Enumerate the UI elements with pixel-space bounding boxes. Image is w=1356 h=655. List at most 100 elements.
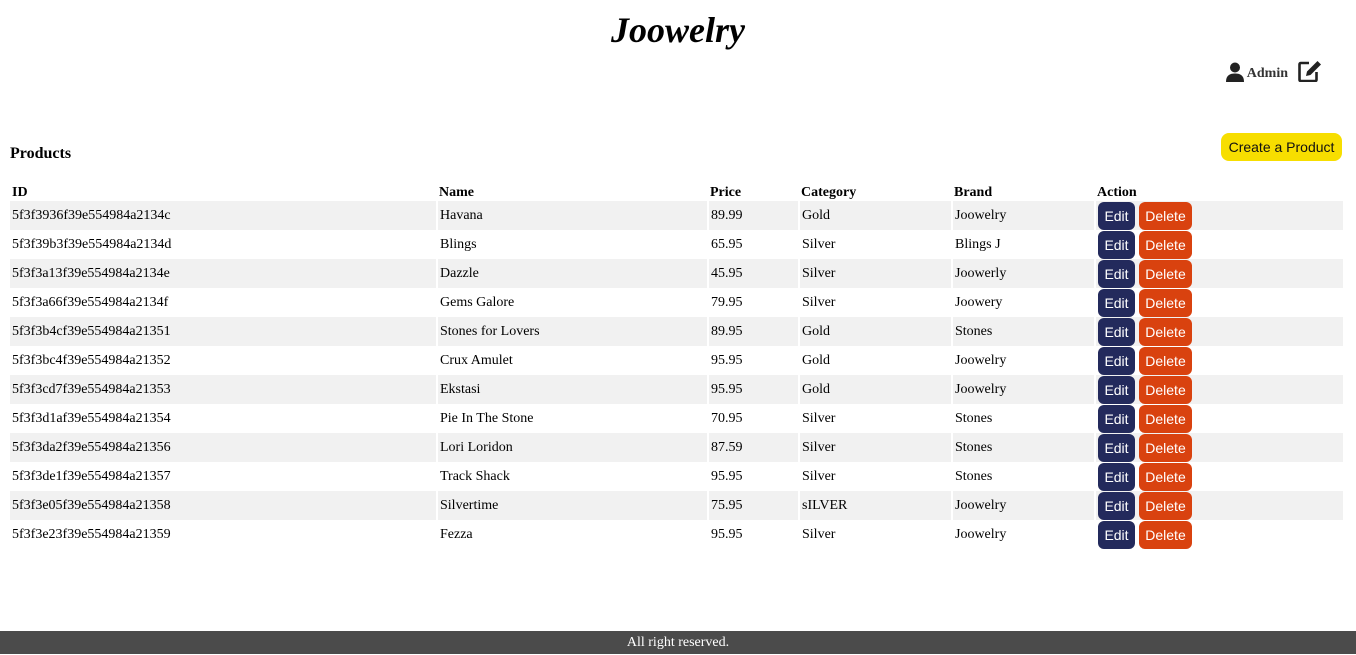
cell-name: Fezza <box>437 520 709 549</box>
cell-brand: Stones <box>952 317 1096 346</box>
cell-price: 65.95 <box>708 230 800 259</box>
cell-name: Blings <box>437 230 709 259</box>
cell-price: 70.95 <box>708 404 800 433</box>
cell-id: 5f3f3936f39e554984a2134c <box>10 201 438 230</box>
delete-button[interactable]: Delete <box>1139 404 1192 433</box>
delete-button[interactable]: Delete <box>1139 433 1192 462</box>
edit-profile-icon[interactable] <box>1298 60 1322 82</box>
table-row: 5f3f3a13f39e554984a2134e Dazzle 45.95 Si… <box>10 259 1345 288</box>
column-header-category: Category <box>801 185 857 200</box>
cell-id: 5f3f3de1f39e554984a21357 <box>10 462 438 491</box>
delete-button[interactable]: Delete <box>1139 346 1192 375</box>
cell-price: 89.95 <box>708 317 800 346</box>
cell-price: 79.95 <box>708 288 800 317</box>
delete-button[interactable]: Delete <box>1139 259 1192 288</box>
edit-button[interactable]: Edit <box>1098 462 1135 491</box>
cell-category: Silver <box>799 259 953 288</box>
cell-category: Silver <box>799 230 953 259</box>
cell-brand: Joowery <box>952 288 1096 317</box>
cell-brand: Joowerly <box>952 259 1096 288</box>
cell-id: 5f3f3e23f39e554984a21359 <box>10 520 438 549</box>
cell-price: 95.95 <box>708 520 800 549</box>
column-header-price: Price <box>710 185 742 200</box>
cell-price: 89.99 <box>708 201 800 230</box>
column-header-action: Action <box>1097 185 1137 200</box>
cell-brand: Joowelry <box>952 201 1096 230</box>
cell-name: Silvertime <box>437 491 709 520</box>
table-row: 5f3f3b4cf39e554984a21351 Stones for Love… <box>10 317 1345 346</box>
cell-price: 95.95 <box>708 462 800 491</box>
cell-action: Edit Delete <box>1095 201 1345 230</box>
delete-button[interactable]: Delete <box>1139 462 1192 491</box>
cell-category: sILVER <box>799 491 953 520</box>
edit-button[interactable]: Edit <box>1098 346 1135 375</box>
column-header-id: ID <box>12 185 28 200</box>
user-icon <box>1225 62 1244 82</box>
table-row: 5f3f39b3f39e554984a2134d Blings 65.95 Si… <box>10 230 1345 259</box>
cell-action: Edit Delete <box>1095 433 1345 462</box>
cell-name: Ekstasi <box>437 375 709 404</box>
cell-brand: Joowelry <box>952 491 1096 520</box>
cell-brand: Joowelry <box>952 520 1096 549</box>
delete-button[interactable]: Delete <box>1139 288 1192 317</box>
create-product-button[interactable]: Create a Product <box>1221 133 1342 161</box>
cell-action: Edit Delete <box>1095 404 1345 433</box>
cell-id: 5f3f3a66f39e554984a2134f <box>10 288 438 317</box>
edit-button[interactable]: Edit <box>1098 433 1135 462</box>
cell-name: Pie In The Stone <box>437 404 709 433</box>
edit-button[interactable]: Edit <box>1098 201 1135 230</box>
cell-id: 5f3f3a13f39e554984a2134e <box>10 259 438 288</box>
cell-id: 5f3f3d1af39e554984a21354 <box>10 404 438 433</box>
cell-id: 5f3f39b3f39e554984a2134d <box>10 230 438 259</box>
table-row: 5f3f3a66f39e554984a2134f Gems Galore 79.… <box>10 288 1345 317</box>
admin-user-label[interactable]: Admin <box>1247 66 1288 82</box>
cell-name: Havana <box>437 201 709 230</box>
table-header-row: ID Name Price Category Brand Action <box>10 181 1344 201</box>
products-table: ID Name Price Category Brand Action 5f3f… <box>10 181 1345 549</box>
table-row: 5f3f3de1f39e554984a21357 Track Shack 95.… <box>10 462 1345 491</box>
table-row: 5f3f3e05f39e554984a21358 Silvertime 75.9… <box>10 491 1345 520</box>
delete-button[interactable]: Delete <box>1139 317 1192 346</box>
delete-button[interactable]: Delete <box>1139 491 1192 520</box>
edit-button[interactable]: Edit <box>1098 317 1135 346</box>
cell-id: 5f3f3e05f39e554984a21358 <box>10 491 438 520</box>
cell-category: Silver <box>799 462 953 491</box>
delete-button[interactable]: Delete <box>1139 375 1192 404</box>
cell-price: 95.95 <box>708 346 800 375</box>
table-row: 5f3f3cd7f39e554984a21353 Ekstasi 95.95 G… <box>10 375 1345 404</box>
edit-button[interactable]: Edit <box>1098 520 1135 549</box>
cell-name: Dazzle <box>437 259 709 288</box>
edit-button[interactable]: Edit <box>1098 404 1135 433</box>
edit-button[interactable]: Edit <box>1098 259 1135 288</box>
table-row: 5f3f3e23f39e554984a21359 Fezza 95.95 Sil… <box>10 520 1345 549</box>
cell-brand: Joowelry <box>952 346 1096 375</box>
cell-price: 75.95 <box>708 491 800 520</box>
delete-button[interactable]: Delete <box>1139 201 1192 230</box>
cell-name: Lori Loridon <box>437 433 709 462</box>
edit-button[interactable]: Edit <box>1098 491 1135 520</box>
cell-category: Gold <box>799 346 953 375</box>
cell-category: Silver <box>799 520 953 549</box>
cell-brand: Blings J <box>952 230 1096 259</box>
edit-button[interactable]: Edit <box>1098 288 1135 317</box>
cell-category: Gold <box>799 317 953 346</box>
cell-id: 5f3f3bc4f39e554984a21352 <box>10 346 438 375</box>
cell-price: 45.95 <box>708 259 800 288</box>
site-brand[interactable]: Joowelry <box>0 8 1356 52</box>
cell-name: Stones for Lovers <box>437 317 709 346</box>
column-header-name: Name <box>439 185 474 200</box>
cell-category: Silver <box>799 433 953 462</box>
edit-button[interactable]: Edit <box>1098 230 1135 259</box>
table-row: 5f3f3936f39e554984a2134c Havana 89.99 Go… <box>10 201 1345 230</box>
table-row: 5f3f3d1af39e554984a21354 Pie In The Ston… <box>10 404 1345 433</box>
cell-action: Edit Delete <box>1095 375 1345 404</box>
edit-button[interactable]: Edit <box>1098 375 1135 404</box>
cell-category: Silver <box>799 288 953 317</box>
cell-brand: Stones <box>952 462 1096 491</box>
cell-name: Crux Amulet <box>437 346 709 375</box>
table-row: 5f3f3bc4f39e554984a21352 Crux Amulet 95.… <box>10 346 1345 375</box>
table-row: 5f3f3da2f39e554984a21356 Lori Loridon 87… <box>10 433 1345 462</box>
delete-button[interactable]: Delete <box>1139 230 1192 259</box>
footer: All right reserved. <box>0 631 1356 654</box>
delete-button[interactable]: Delete <box>1139 520 1192 549</box>
